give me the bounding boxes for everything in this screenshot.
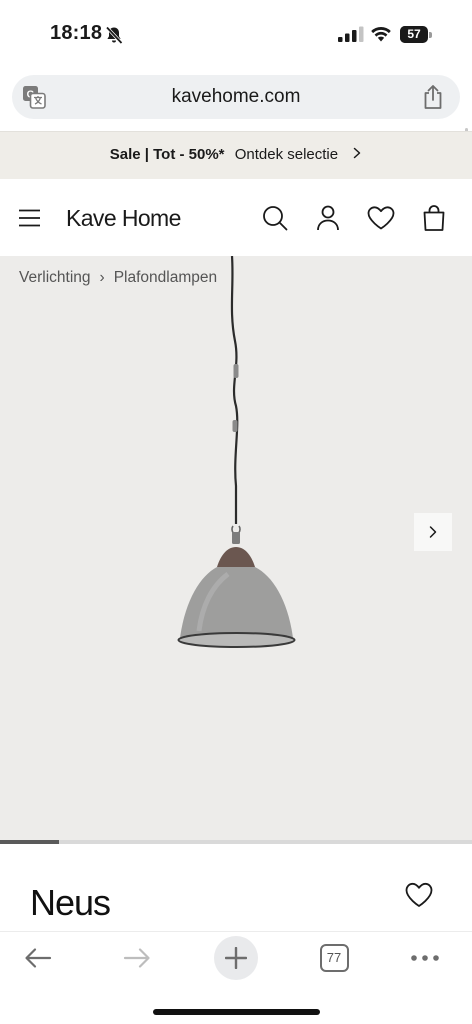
heart-icon[interactable] <box>367 206 395 230</box>
battery-icon: 57 <box>400 26 432 44</box>
product-title: Neus <box>30 882 111 923</box>
product-image[interactable] <box>0 256 472 841</box>
breadcrumb: Verlichting › Plafondlampen <box>19 269 217 287</box>
new-tab-button[interactable] <box>214 936 258 980</box>
site-header: Kave Home <box>0 179 472 256</box>
battery-percentage: 57 <box>407 27 421 41</box>
breadcrumb-item-plafondlampen[interactable]: Plafondlampen <box>114 269 217 286</box>
status-time: 18:18 <box>50 22 103 44</box>
menu-icon[interactable] <box>18 209 41 227</box>
address-bar[interactable]: G kavehome.com <box>12 75 460 119</box>
gallery-progress <box>0 840 472 844</box>
signal-icon <box>338 26 364 42</box>
url-text: kavehome.com <box>171 86 301 107</box>
back-arrow-icon[interactable] <box>24 947 52 969</box>
breadcrumb-separator: › <box>99 269 105 286</box>
product-gallery[interactable]: Verlichting › Plafondlampen <box>0 256 472 841</box>
heart-icon[interactable] <box>405 882 433 908</box>
breadcrumb-item-verlichting[interactable]: Verlichting <box>19 269 91 286</box>
promo-banner[interactable]: Sale | Tot - 50%* Ontdek selectie <box>0 131 472 179</box>
chevron-right-icon <box>354 147 361 159</box>
search-icon[interactable] <box>262 205 288 231</box>
home-indicator <box>153 1009 320 1015</box>
gallery-next-button[interactable] <box>414 513 452 551</box>
promo-link[interactable]: Ontdek selectie <box>235 146 338 163</box>
status-bar: 18:18 57 <box>0 0 472 70</box>
plus-icon <box>225 947 247 969</box>
promo-sale-text: Sale | Tot - 50%* <box>109 146 225 163</box>
account-icon[interactable] <box>316 205 340 231</box>
tabs-icon[interactable]: 77 <box>320 944 349 972</box>
brand-logo[interactable]: Kave Home <box>66 205 181 232</box>
chevron-right-icon <box>429 526 437 538</box>
browser-toolbar: 77 <box>0 931 472 1024</box>
bag-icon[interactable] <box>422 204 446 232</box>
battery-tip <box>429 32 432 38</box>
gallery-progress-fill <box>0 840 59 844</box>
wifi-icon <box>371 26 391 42</box>
bell-off-icon <box>105 26 123 45</box>
more-icon[interactable] <box>410 954 440 962</box>
share-icon[interactable] <box>422 84 444 110</box>
tabs-count: 77 <box>326 950 342 965</box>
forward-arrow-icon[interactable] <box>123 947 151 969</box>
